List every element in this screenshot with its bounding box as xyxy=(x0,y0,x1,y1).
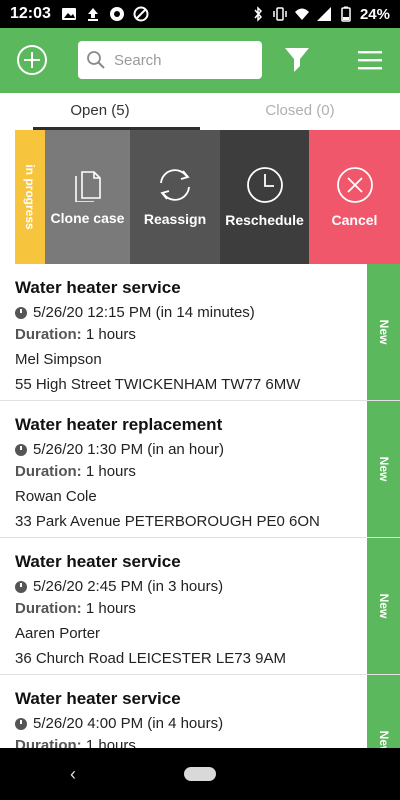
clock-icon xyxy=(246,167,283,203)
filter-icon[interactable] xyxy=(284,46,310,74)
vibrate-icon xyxy=(273,7,287,21)
reassign-icon xyxy=(160,169,190,201)
job-time: 5/26/20 1:30 PM (in an hour) xyxy=(33,441,224,458)
customer-address: 36 Church Road LEICESTER LE73 9AM xyxy=(15,650,286,667)
tab-open[interactable]: Open (5) xyxy=(0,93,200,131)
home-pill[interactable] xyxy=(184,767,216,781)
search-icon xyxy=(87,51,105,69)
no-disturb-icon xyxy=(133,6,149,22)
job-time: 5/26/20 2:45 PM (in 3 hours) xyxy=(33,578,224,595)
duration-value: 1 hours xyxy=(85,737,136,748)
list-item[interactable]: Water heater service 5/26/20 2:45 PM (in… xyxy=(0,538,400,675)
clock-icon xyxy=(15,307,27,319)
duration-value: 1 hours xyxy=(85,600,136,617)
add-icon[interactable] xyxy=(16,44,48,76)
tab-closed[interactable]: Closed (0) xyxy=(200,93,400,131)
clock-icon xyxy=(15,581,27,593)
swipe-actions: in progress Clone case Reassign Reschedu… xyxy=(0,130,400,264)
sync-icon xyxy=(109,7,124,21)
customer-address: 33 Park Avenue PETERBOROUGH PE0 6ON xyxy=(15,513,320,530)
list-item[interactable]: Water heater service 5/26/20 4:00 PM (in… xyxy=(0,675,400,748)
customer-name: Aaren Porter xyxy=(15,625,101,642)
copy-icon xyxy=(74,171,101,202)
bluetooth-icon xyxy=(254,6,262,22)
status-badge: New xyxy=(367,675,400,748)
status-badge: New xyxy=(367,538,400,674)
search-input[interactable] xyxy=(114,51,254,69)
status-badge: New xyxy=(367,401,400,537)
job-title: Water heater service xyxy=(15,552,181,571)
status-time: 12:03 xyxy=(10,5,51,22)
duration-label: Duration: xyxy=(15,326,82,343)
status-bar: 12:03 24% xyxy=(0,0,400,28)
customer-name: Mel Simpson xyxy=(15,351,102,368)
job-list: Water heater service 5/26/20 12:15 PM (i… xyxy=(0,264,400,748)
job-time: 5/26/20 4:00 PM (in 4 hours) xyxy=(33,715,224,732)
reassign-button[interactable]: Reassign xyxy=(130,130,220,264)
status-badge: New xyxy=(367,264,400,400)
reassign-label: Reassign xyxy=(143,211,207,227)
wifi-icon xyxy=(294,8,309,20)
back-icon[interactable]: ‹ xyxy=(70,764,76,785)
clone-case-button[interactable]: Clone case xyxy=(45,130,130,264)
list-item[interactable]: Water heater service 5/26/20 12:15 PM (i… xyxy=(0,264,400,401)
reschedule-button[interactable]: Reschedule xyxy=(220,130,309,264)
in-progress-label: in progress xyxy=(23,164,37,230)
cancel-label: Cancel xyxy=(331,212,378,228)
status-badge-label: New xyxy=(376,593,391,619)
cancel-icon xyxy=(336,167,373,203)
duration-value: 1 hours xyxy=(85,463,136,480)
clone-case-label: Clone case xyxy=(50,210,125,226)
status-badge-label: New xyxy=(376,319,391,345)
customer-name: Rowan Cole xyxy=(15,488,97,505)
upload-icon xyxy=(87,8,98,21)
job-title: Water heater replacement xyxy=(15,415,223,434)
job-title: Water heater service xyxy=(15,278,181,297)
cancel-button[interactable]: Cancel xyxy=(309,130,400,264)
in-progress-status: in progress xyxy=(15,130,45,264)
duration-label: Duration: xyxy=(15,600,82,617)
list-item[interactable]: Water heater replacement 5/26/20 1:30 PM… xyxy=(0,401,400,538)
status-badge-label: New xyxy=(376,730,391,748)
reschedule-label: Reschedule xyxy=(225,212,304,228)
duration-label: Duration: xyxy=(15,463,82,480)
image-icon xyxy=(61,8,76,20)
clock-icon xyxy=(15,444,27,456)
customer-address: 55 High Street TWICKENHAM TW77 6MW xyxy=(15,376,301,393)
clock-icon xyxy=(15,718,27,730)
search-box[interactable] xyxy=(78,41,262,79)
status-badge-label: New xyxy=(376,456,391,482)
actions-spacer xyxy=(0,130,15,264)
job-title: Water heater service xyxy=(15,689,181,708)
app-bar xyxy=(0,28,400,93)
menu-icon[interactable] xyxy=(358,50,382,70)
duration-label: Duration: xyxy=(15,737,82,748)
duration-value: 1 hours xyxy=(85,326,136,343)
battery-level: 24% xyxy=(359,5,390,23)
job-time: 5/26/20 12:15 PM (in 14 minutes) xyxy=(33,304,255,321)
system-nav-bar: ‹ xyxy=(0,748,400,800)
signal-icon xyxy=(316,7,331,21)
battery-icon xyxy=(341,6,351,22)
tab-bar: Open (5) Closed (0) xyxy=(0,93,400,131)
